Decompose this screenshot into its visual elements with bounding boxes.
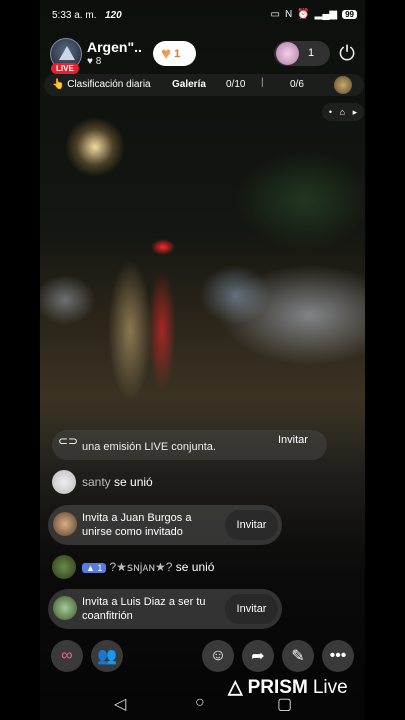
recents-icon[interactable]: ▢: [277, 694, 292, 714]
dot-icon: •: [328, 107, 332, 117]
daily-ranking-label: Clasificación diaria: [67, 79, 151, 90]
share-icon[interactable]: ➦: [242, 640, 274, 672]
invite-text: Invita a Luis Diaz a ser tu coanfitrión: [82, 596, 206, 622]
host-likes: ♥ 8: [87, 56, 101, 67]
viewer-count: 1: [308, 47, 315, 59]
host-info[interactable]: LIVE Argen".. ♥ 8: [50, 38, 150, 78]
alarm-icon: ⏰: [297, 9, 310, 20]
live-badge: LIVE: [51, 63, 79, 74]
daily-ranking-link[interactable]: 👆 Clasificación diaria: [52, 79, 151, 90]
home-icon[interactable]: ⌂: [340, 107, 345, 117]
chat-message-text: una emisión LIVE conjunta.: [82, 441, 216, 453]
multi-guest-icon[interactable]: ∞: [51, 640, 83, 672]
gallery-count: 0/10: [226, 79, 246, 90]
user-avatar[interactable]: [52, 470, 76, 494]
invite-button[interactable]: Invitar: [225, 510, 278, 540]
join-message: santy se unió: [52, 470, 252, 496]
chat-icon[interactable]: ☺: [202, 640, 234, 672]
gallery-count-secondary: 0/6: [290, 79, 304, 90]
status-time: 5:33 a. m.: [52, 10, 97, 21]
home-nav-icon[interactable]: ○: [195, 694, 205, 712]
invite-button[interactable]: Invitar: [278, 434, 308, 446]
system-nav-bar: ◁ ○ ▢: [0, 690, 405, 720]
viewer-list[interactable]: 1: [274, 41, 330, 66]
back-icon[interactable]: ◁: [114, 694, 126, 714]
mini-toolbar: • ⌂ ▸: [322, 103, 364, 121]
play-icon[interactable]: ▸: [353, 107, 358, 118]
heart-small-icon: ♥: [87, 56, 93, 67]
join-text: ▲ 1 ?★ꜱɴjᴀɴ★? se unió: [82, 560, 214, 574]
level-number: 1: [97, 563, 103, 573]
chat-message-previous: ⊂⊃ una emisión LIVE conjunta. Invitar: [52, 430, 327, 460]
heart-icon: ♥: [161, 44, 172, 63]
divider: |: [261, 77, 264, 88]
invitee-avatar[interactable]: [53, 596, 77, 620]
join-username: ?★ꜱɴjᴀɴ★?: [109, 560, 173, 574]
invitee-avatar[interactable]: [53, 512, 77, 536]
power-icon[interactable]: ⏻: [334, 41, 360, 67]
host-name[interactable]: Argen"..: [87, 39, 142, 55]
invite-card: Invita a Juan Burgos a unirse como invit…: [48, 505, 282, 545]
guests-icon[interactable]: 👥: [91, 640, 123, 672]
user-avatar[interactable]: [52, 555, 76, 579]
invite-text: Invita a Juan Burgos a unirse como invit…: [82, 512, 192, 538]
heart-count: 1: [174, 47, 181, 60]
join-text: santy se unió: [82, 475, 153, 489]
network-speed: 120: [105, 10, 122, 21]
heart-button[interactable]: ♥ 1: [153, 41, 196, 66]
battery-icon: 99: [342, 10, 357, 19]
status-bar: 5:33 a. m. 120 ▭ N ⏰ ▂▄▆ 99: [0, 0, 405, 30]
join-action: se unió: [114, 475, 153, 489]
effects-icon[interactable]: ✎: [282, 640, 314, 672]
cast-icon: ▭: [270, 9, 280, 20]
join-username: santy: [82, 475, 111, 489]
link-icon: ⊂⊃: [58, 434, 79, 448]
level-badge: ▲ 1: [82, 563, 107, 573]
more-icon[interactable]: •••: [322, 640, 354, 672]
nfc-icon: N: [284, 9, 293, 20]
join-message: ▲ 1 ?★ꜱɴjᴀɴ★? se unió: [52, 555, 272, 581]
info-row: 👆 Clasificación diaria Galería 0/10 | 0/…: [44, 74, 364, 96]
top-gifter-avatar[interactable]: [334, 76, 352, 94]
gallery-link[interactable]: Galería: [172, 79, 206, 90]
bottom-toolbar: ∞ 👥 ☺ ➦ ✎ •••: [0, 640, 405, 676]
viewer-avatar[interactable]: [276, 42, 299, 65]
status-icons: ▭ N ⏰ ▂▄▆ 99: [270, 9, 357, 20]
invite-card: Invita a Luis Diaz a ser tu coanfitrión …: [48, 589, 282, 629]
invite-button[interactable]: Invitar: [225, 594, 278, 624]
join-action: se unió: [175, 560, 215, 574]
signal-icon: ▂▄▆: [314, 9, 338, 20]
hand-icon: 👆: [52, 79, 65, 90]
host-likes-count: 8: [95, 56, 102, 67]
